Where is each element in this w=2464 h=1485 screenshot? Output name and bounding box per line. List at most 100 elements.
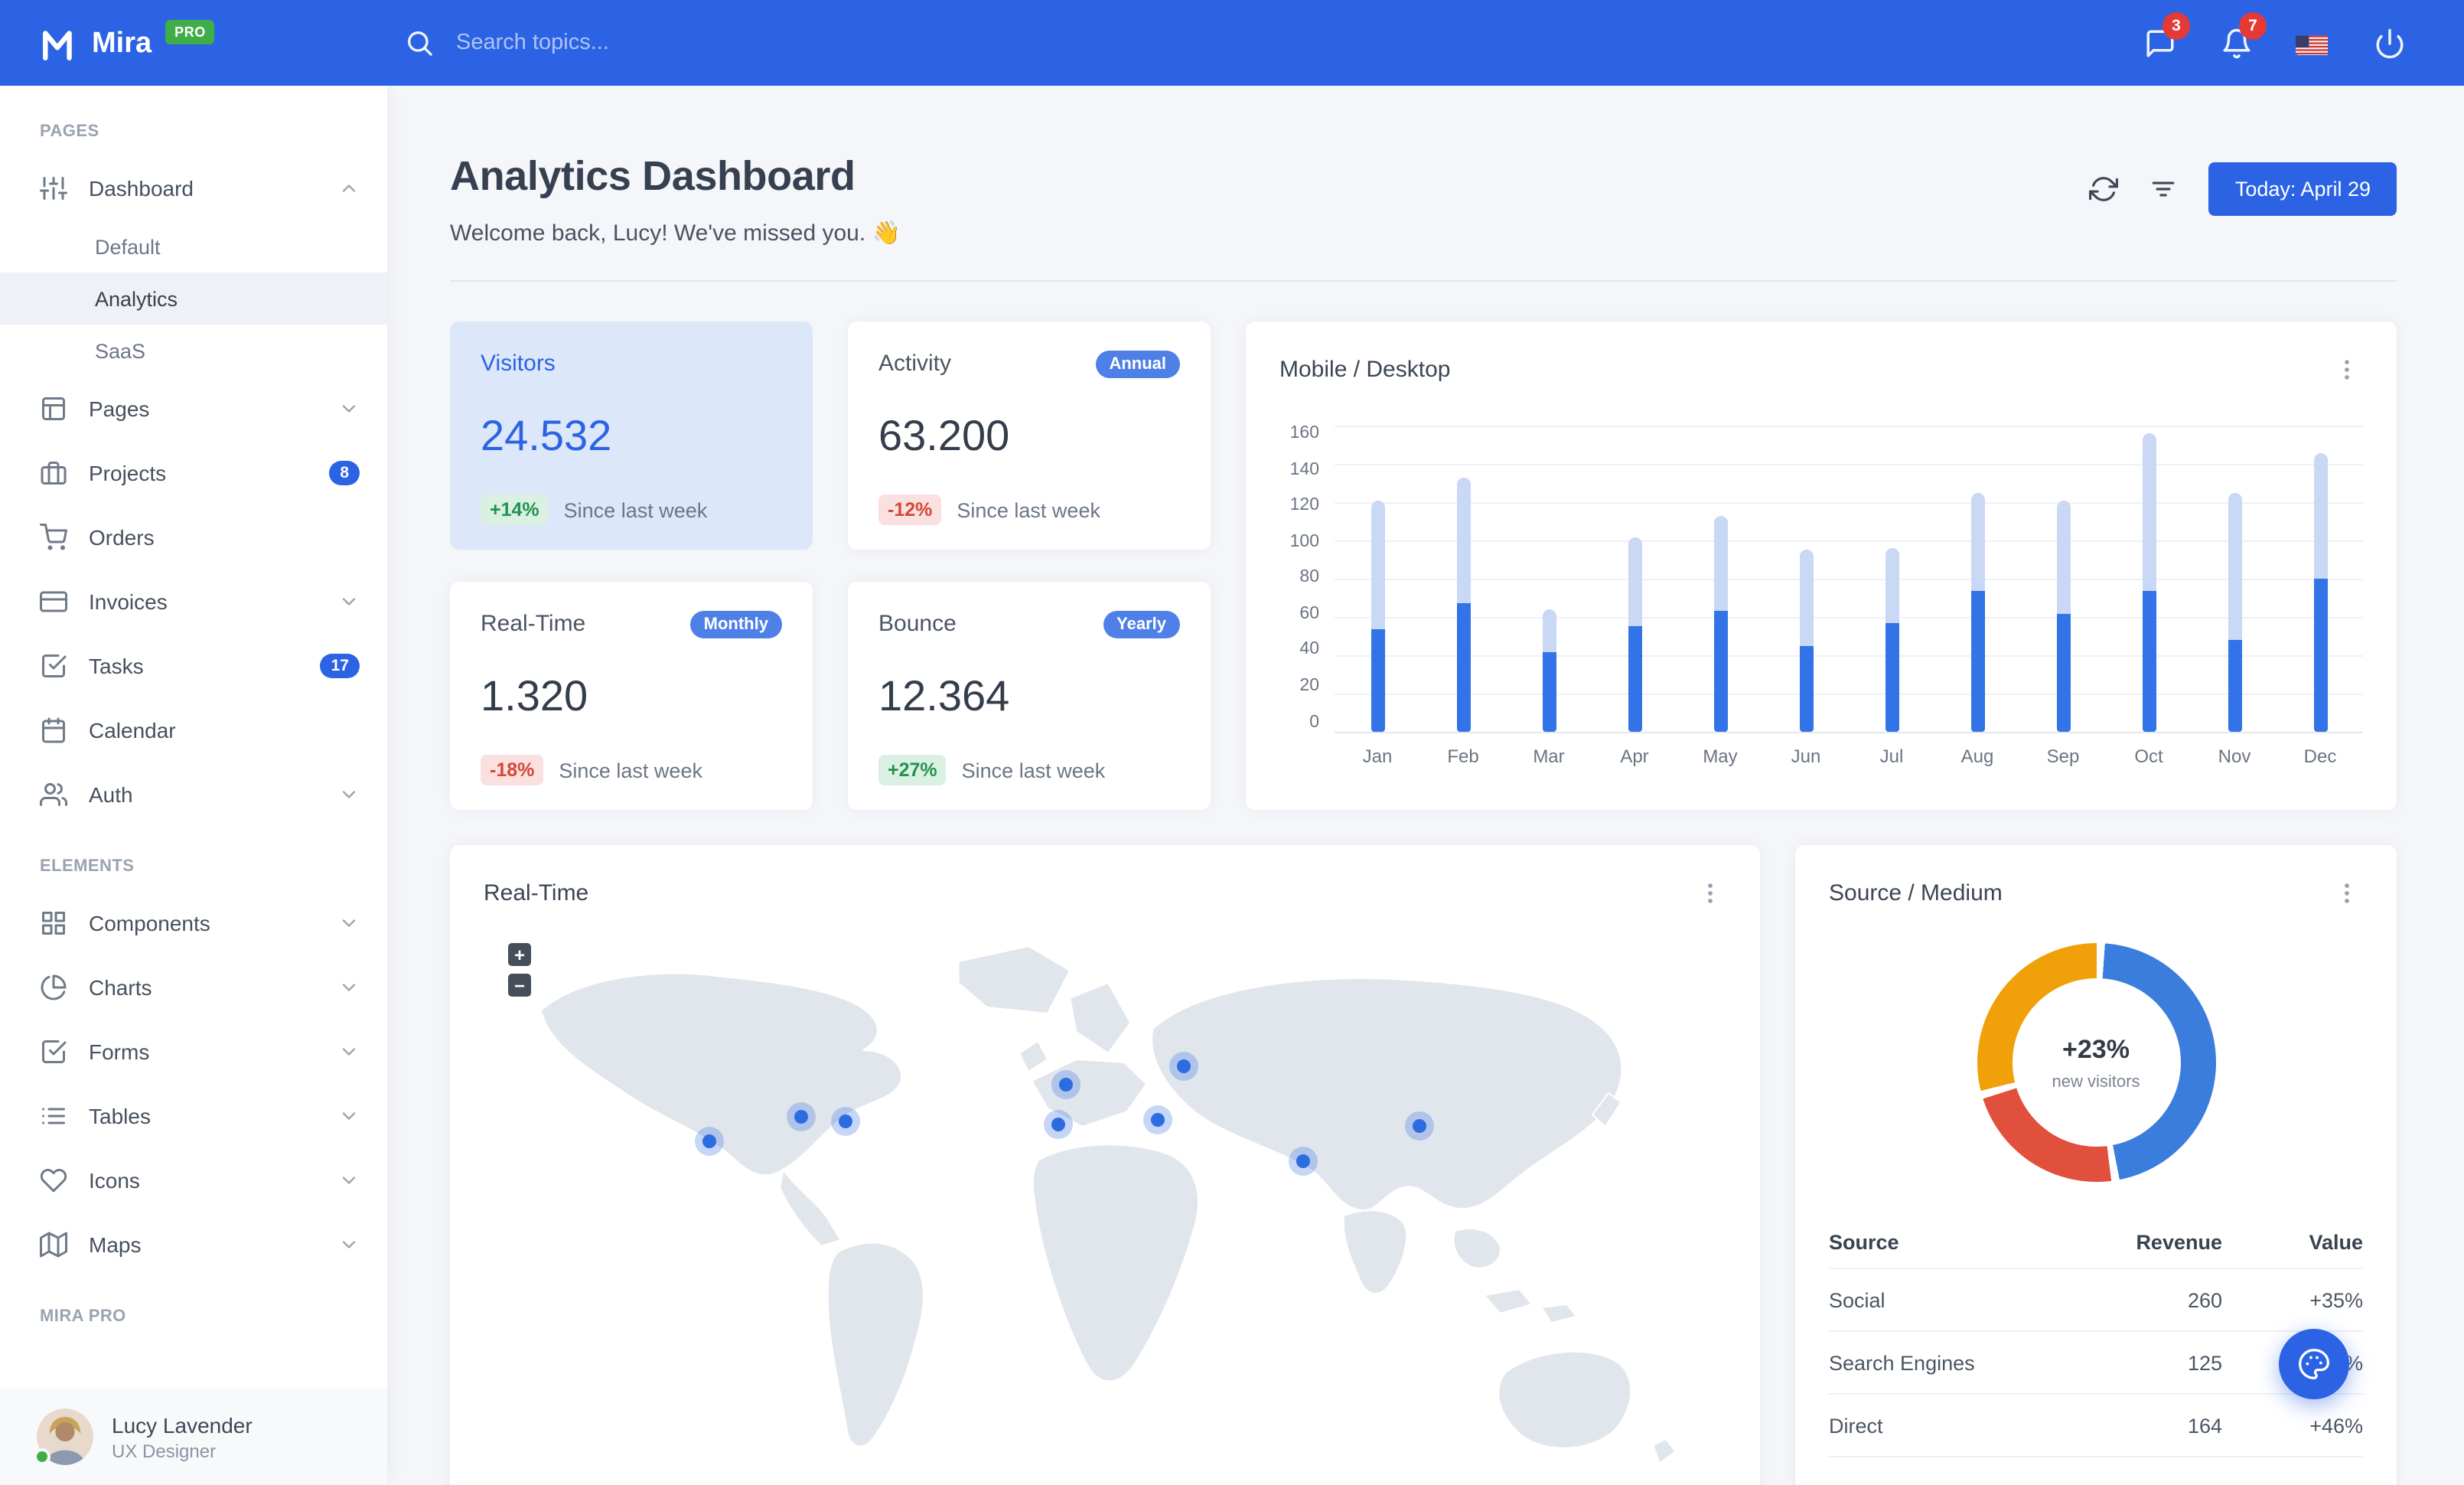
- stat-card-badge: Annual: [1095, 351, 1180, 379]
- chevron-down-icon: [338, 1170, 360, 1191]
- card-title: Source / Medium: [1829, 880, 2003, 906]
- sidebar-item-maps[interactable]: Maps: [0, 1212, 387, 1277]
- sidebar-item-icons[interactable]: Icons: [0, 1148, 387, 1212]
- x-axis-label: Jun: [1791, 746, 1821, 768]
- realtime-map-card: Real-Time + −: [450, 845, 1760, 1485]
- mira-logo-icon: [40, 22, 78, 62]
- sidebar-section-label: ELEMENTS: [40, 857, 135, 876]
- brand[interactable]: Mira PRO: [40, 19, 404, 64]
- brand-name: Mira: [92, 27, 152, 59]
- donut-center-label: new visitors: [2052, 1072, 2140, 1092]
- sidebar-item-analytics[interactable]: Analytics: [0, 273, 387, 325]
- stat-card-note: Since last week: [559, 759, 702, 782]
- theme-settings-fab[interactable]: [2279, 1329, 2349, 1399]
- sidebar-item-projects[interactable]: Projects 8: [0, 441, 387, 505]
- sidebar-item-badge: 17: [320, 653, 360, 679]
- sidebar-item-charts[interactable]: Charts: [0, 955, 387, 1020]
- table-row: Direct 164 +46%: [1829, 1394, 2363, 1458]
- map-marker: [1051, 1117, 1066, 1131]
- x-axis-label: May: [1703, 746, 1738, 768]
- bar-mar: [1506, 426, 1592, 733]
- calendar-icon: [40, 716, 67, 744]
- stat-card-activity: Activity Annual 63.200 -12% Since last w…: [848, 321, 1211, 550]
- x-axis-label: Feb: [1447, 746, 1479, 768]
- sidebar-item-tasks[interactable]: Tasks 17: [0, 634, 387, 698]
- cell-source: Search Engines: [1829, 1331, 1993, 1395]
- palette-icon: [2297, 1347, 2331, 1381]
- sidebar-item-pages[interactable]: Pages: [0, 377, 387, 441]
- sidebar-item-badge: 8: [329, 460, 360, 486]
- plot-area: [1335, 426, 2363, 734]
- date-range-button[interactable]: Today: April 29: [2208, 162, 2397, 216]
- sidebar-item-invoices[interactable]: Invoices: [0, 570, 387, 634]
- stat-card-badge: Yearly: [1103, 611, 1180, 639]
- stat-card-value: 24.532: [481, 412, 612, 460]
- stat-card-visitors: Visitors 24.532 +14% Since last week: [450, 321, 813, 550]
- kebab-icon: [2333, 356, 2359, 382]
- check-square-icon: [40, 652, 67, 680]
- sidebar-item-auth[interactable]: Auth: [0, 762, 387, 827]
- kebab-icon: [2333, 880, 2359, 906]
- stat-card-value: 12.364: [878, 672, 1010, 720]
- pie-chart-icon: [40, 974, 67, 1001]
- mobile-desktop-card: Mobile / Desktop 160 140 120 100 80 60 40 20 0 J…: [1246, 321, 2397, 811]
- map-marker: [1059, 1077, 1074, 1092]
- y-axis-label: 20: [1299, 676, 1319, 695]
- y-axis-label: 140: [1289, 460, 1319, 479]
- donut-center-value: +23%: [2062, 1034, 2130, 1064]
- card-title: Mobile / Desktop: [1279, 356, 1451, 383]
- header-divider: [450, 280, 2397, 282]
- cell-source: Social: [1829, 1268, 1993, 1333]
- y-axis-label: 60: [1299, 604, 1319, 623]
- map-marker: [1176, 1059, 1191, 1074]
- sidebar-item-default[interactable]: Default: [0, 220, 387, 273]
- search-input[interactable]: [456, 31, 823, 55]
- refresh-button[interactable]: [2089, 175, 2119, 204]
- card-menu-button[interactable]: [2329, 876, 2363, 909]
- list-icon: [40, 1102, 67, 1130]
- sidebar: PAGES Dashboard Default Analytics SaaS Pages P…: [0, 86, 387, 1485]
- stat-card-value: 1.320: [481, 672, 588, 720]
- x-axis-label: Oct: [2134, 746, 2163, 768]
- logout-button[interactable]: [2357, 11, 2421, 75]
- chevron-down-icon: [338, 977, 360, 998]
- chevron-down-icon: [338, 1105, 360, 1127]
- sidebar-item-forms[interactable]: Forms: [0, 1020, 387, 1084]
- chevron-down-icon: [338, 912, 360, 934]
- kebab-icon: [1696, 880, 1723, 906]
- y-axis: 160 140 120 100 80 60 40 20 0: [1279, 425, 1335, 732]
- bar-apr: [1592, 426, 1677, 733]
- page-title: Analytics Dashboard: [450, 153, 856, 199]
- sidebar-item-label: Tables: [89, 1104, 151, 1128]
- card-menu-button[interactable]: [2329, 352, 2363, 386]
- chevron-down-icon: [338, 1234, 360, 1255]
- bar-nov: [2192, 426, 2277, 733]
- map-zoom-in-button[interactable]: +: [508, 943, 531, 967]
- notifications-button[interactable]: 7: [2204, 11, 2268, 75]
- table-row: Social 260 +35%: [1829, 1268, 2363, 1333]
- sidebar-item-label: Tasks: [89, 654, 144, 678]
- cell-revenue: 125: [1993, 1331, 2222, 1395]
- user-role: UX Designer: [112, 1440, 217, 1462]
- language-button[interactable]: [2280, 11, 2345, 75]
- sidebar-item-saas[interactable]: SaaS: [0, 325, 387, 377]
- stat-card-note: Since last week: [563, 498, 708, 522]
- map-zoom-out-button[interactable]: −: [508, 974, 531, 997]
- stat-card-change: -12%: [878, 494, 942, 526]
- sidebar-item-dashboard[interactable]: Dashboard: [0, 156, 387, 220]
- sidebar-user[interactable]: Lucy Lavender UX Designer: [0, 1389, 387, 1485]
- online-status-dot: [34, 1448, 51, 1465]
- card-menu-button[interactable]: [1693, 876, 1726, 909]
- sidebar-item-tables[interactable]: Tables: [0, 1084, 387, 1148]
- x-axis-label: Dec: [2303, 746, 2337, 768]
- sidebar-item-components[interactable]: Components: [0, 891, 387, 955]
- filter-button[interactable]: [2149, 175, 2179, 204]
- stat-card-note: Since last week: [957, 498, 1100, 522]
- x-axis-label: Mar: [1533, 746, 1565, 768]
- sidebar-item-orders[interactable]: Orders: [0, 505, 387, 570]
- messages-button[interactable]: 3: [2127, 11, 2192, 75]
- power-icon: [2373, 27, 2405, 59]
- sliders-icon: [40, 175, 67, 202]
- map-icon: [40, 1231, 67, 1258]
- sidebar-item-calendar[interactable]: Calendar: [0, 698, 387, 762]
